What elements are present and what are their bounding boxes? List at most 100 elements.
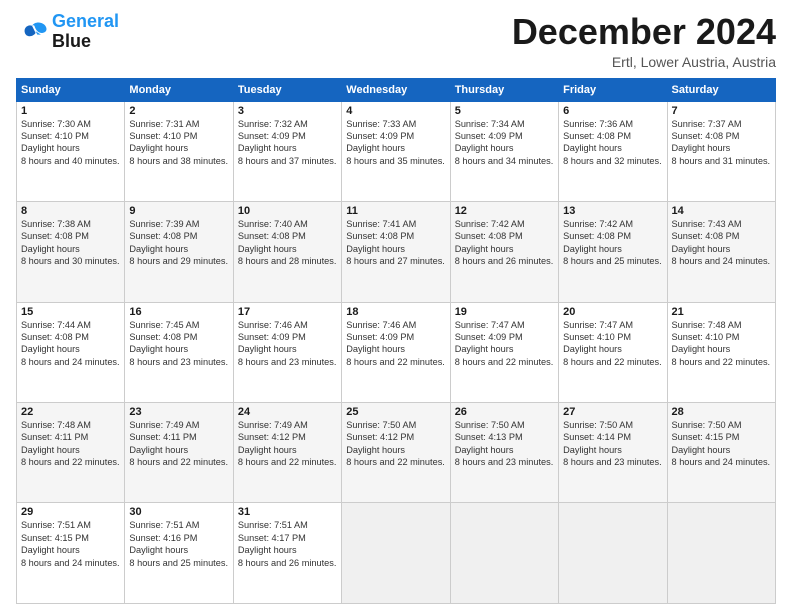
day-number: 16	[129, 306, 228, 318]
day-number: 5	[455, 105, 554, 117]
day-info: Sunrise: 7:50 AM Sunset: 4:13 PM Dayligh…	[455, 419, 554, 469]
page: GeneralBlue December 2024 Ertl, Lower Au…	[0, 0, 792, 612]
day-info: Sunrise: 7:32 AM Sunset: 4:09 PM Dayligh…	[238, 118, 337, 168]
day-number: 12	[455, 205, 554, 217]
calendar-cell: 26 Sunrise: 7:50 AM Sunset: 4:13 PM Dayl…	[450, 403, 558, 503]
calendar-cell: 28 Sunrise: 7:50 AM Sunset: 4:15 PM Dayl…	[667, 403, 775, 503]
day-info: Sunrise: 7:37 AM Sunset: 4:08 PM Dayligh…	[672, 118, 771, 168]
day-number: 28	[672, 406, 771, 418]
day-info: Sunrise: 7:51 AM Sunset: 4:16 PM Dayligh…	[129, 519, 228, 569]
day-info: Sunrise: 7:49 AM Sunset: 4:12 PM Dayligh…	[238, 419, 337, 469]
logo-icon	[16, 18, 48, 46]
day-number: 6	[563, 105, 662, 117]
day-info: Sunrise: 7:39 AM Sunset: 4:08 PM Dayligh…	[129, 218, 228, 268]
weekday-header-wednesday: Wednesday	[342, 78, 450, 101]
day-info: Sunrise: 7:46 AM Sunset: 4:09 PM Dayligh…	[346, 319, 445, 369]
day-number: 30	[129, 506, 228, 518]
day-info: Sunrise: 7:48 AM Sunset: 4:11 PM Dayligh…	[21, 419, 120, 469]
day-info: Sunrise: 7:34 AM Sunset: 4:09 PM Dayligh…	[455, 118, 554, 168]
day-info: Sunrise: 7:50 AM Sunset: 4:15 PM Dayligh…	[672, 419, 771, 469]
day-info: Sunrise: 7:36 AM Sunset: 4:08 PM Dayligh…	[563, 118, 662, 168]
location-subtitle: Ertl, Lower Austria, Austria	[512, 54, 776, 70]
day-number: 10	[238, 205, 337, 217]
day-number: 3	[238, 105, 337, 117]
calendar-cell: 24 Sunrise: 7:49 AM Sunset: 4:12 PM Dayl…	[233, 403, 341, 503]
day-number: 2	[129, 105, 228, 117]
day-info: Sunrise: 7:46 AM Sunset: 4:09 PM Dayligh…	[238, 319, 337, 369]
calendar-cell: 8 Sunrise: 7:38 AM Sunset: 4:08 PM Dayli…	[17, 202, 125, 302]
calendar-cell: 7 Sunrise: 7:37 AM Sunset: 4:08 PM Dayli…	[667, 101, 775, 201]
calendar-cell: 15 Sunrise: 7:44 AM Sunset: 4:08 PM Dayl…	[17, 302, 125, 402]
day-number: 11	[346, 205, 445, 217]
day-info: Sunrise: 7:30 AM Sunset: 4:10 PM Dayligh…	[21, 118, 120, 168]
day-number: 7	[672, 105, 771, 117]
weekday-header-saturday: Saturday	[667, 78, 775, 101]
day-number: 20	[563, 306, 662, 318]
calendar-cell: 13 Sunrise: 7:42 AM Sunset: 4:08 PM Dayl…	[559, 202, 667, 302]
calendar-cell: 27 Sunrise: 7:50 AM Sunset: 4:14 PM Dayl…	[559, 403, 667, 503]
calendar-cell	[450, 503, 558, 604]
day-info: Sunrise: 7:38 AM Sunset: 4:08 PM Dayligh…	[21, 218, 120, 268]
day-number: 13	[563, 205, 662, 217]
day-info: Sunrise: 7:42 AM Sunset: 4:08 PM Dayligh…	[563, 218, 662, 268]
day-info: Sunrise: 7:40 AM Sunset: 4:08 PM Dayligh…	[238, 218, 337, 268]
week-row-5: 29 Sunrise: 7:51 AM Sunset: 4:15 PM Dayl…	[17, 503, 776, 604]
day-number: 14	[672, 205, 771, 217]
day-number: 1	[21, 105, 120, 117]
calendar-cell	[667, 503, 775, 604]
calendar-cell: 18 Sunrise: 7:46 AM Sunset: 4:09 PM Dayl…	[342, 302, 450, 402]
weekday-header-thursday: Thursday	[450, 78, 558, 101]
calendar-cell: 12 Sunrise: 7:42 AM Sunset: 4:08 PM Dayl…	[450, 202, 558, 302]
day-number: 29	[21, 506, 120, 518]
day-info: Sunrise: 7:41 AM Sunset: 4:08 PM Dayligh…	[346, 218, 445, 268]
day-info: Sunrise: 7:45 AM Sunset: 4:08 PM Dayligh…	[129, 319, 228, 369]
week-row-4: 22 Sunrise: 7:48 AM Sunset: 4:11 PM Dayl…	[17, 403, 776, 503]
calendar-cell: 9 Sunrise: 7:39 AM Sunset: 4:08 PM Dayli…	[125, 202, 233, 302]
calendar-cell: 3 Sunrise: 7:32 AM Sunset: 4:09 PM Dayli…	[233, 101, 341, 201]
calendar-cell: 21 Sunrise: 7:48 AM Sunset: 4:10 PM Dayl…	[667, 302, 775, 402]
calendar-cell	[559, 503, 667, 604]
day-info: Sunrise: 7:51 AM Sunset: 4:15 PM Dayligh…	[21, 519, 120, 569]
day-number: 23	[129, 406, 228, 418]
weekday-header-monday: Monday	[125, 78, 233, 101]
logo: GeneralBlue	[16, 12, 119, 52]
calendar-cell: 2 Sunrise: 7:31 AM Sunset: 4:10 PM Dayli…	[125, 101, 233, 201]
day-info: Sunrise: 7:48 AM Sunset: 4:10 PM Dayligh…	[672, 319, 771, 369]
calendar-cell: 1 Sunrise: 7:30 AM Sunset: 4:10 PM Dayli…	[17, 101, 125, 201]
day-info: Sunrise: 7:47 AM Sunset: 4:09 PM Dayligh…	[455, 319, 554, 369]
calendar-cell: 6 Sunrise: 7:36 AM Sunset: 4:08 PM Dayli…	[559, 101, 667, 201]
day-info: Sunrise: 7:50 AM Sunset: 4:14 PM Dayligh…	[563, 419, 662, 469]
day-number: 26	[455, 406, 554, 418]
day-number: 27	[563, 406, 662, 418]
calendar-cell: 23 Sunrise: 7:49 AM Sunset: 4:11 PM Dayl…	[125, 403, 233, 503]
calendar-cell: 11 Sunrise: 7:41 AM Sunset: 4:08 PM Dayl…	[342, 202, 450, 302]
week-row-2: 8 Sunrise: 7:38 AM Sunset: 4:08 PM Dayli…	[17, 202, 776, 302]
calendar-cell	[342, 503, 450, 604]
calendar-cell: 19 Sunrise: 7:47 AM Sunset: 4:09 PM Dayl…	[450, 302, 558, 402]
day-number: 18	[346, 306, 445, 318]
calendar-cell: 5 Sunrise: 7:34 AM Sunset: 4:09 PM Dayli…	[450, 101, 558, 201]
month-title: December 2024	[512, 12, 776, 52]
calendar-table: SundayMondayTuesdayWednesdayThursdayFrid…	[16, 78, 776, 604]
day-info: Sunrise: 7:47 AM Sunset: 4:10 PM Dayligh…	[563, 319, 662, 369]
calendar-cell: 30 Sunrise: 7:51 AM Sunset: 4:16 PM Dayl…	[125, 503, 233, 604]
logo-text: GeneralBlue	[52, 12, 119, 52]
day-number: 31	[238, 506, 337, 518]
calendar-cell: 29 Sunrise: 7:51 AM Sunset: 4:15 PM Dayl…	[17, 503, 125, 604]
day-number: 4	[346, 105, 445, 117]
week-row-1: 1 Sunrise: 7:30 AM Sunset: 4:10 PM Dayli…	[17, 101, 776, 201]
calendar-cell: 16 Sunrise: 7:45 AM Sunset: 4:08 PM Dayl…	[125, 302, 233, 402]
weekday-header-row: SundayMondayTuesdayWednesdayThursdayFrid…	[17, 78, 776, 101]
calendar-cell: 31 Sunrise: 7:51 AM Sunset: 4:17 PM Dayl…	[233, 503, 341, 604]
day-number: 19	[455, 306, 554, 318]
day-info: Sunrise: 7:50 AM Sunset: 4:12 PM Dayligh…	[346, 419, 445, 469]
day-info: Sunrise: 7:31 AM Sunset: 4:10 PM Dayligh…	[129, 118, 228, 168]
calendar-cell: 17 Sunrise: 7:46 AM Sunset: 4:09 PM Dayl…	[233, 302, 341, 402]
day-number: 9	[129, 205, 228, 217]
day-info: Sunrise: 7:42 AM Sunset: 4:08 PM Dayligh…	[455, 218, 554, 268]
calendar-cell: 20 Sunrise: 7:47 AM Sunset: 4:10 PM Dayl…	[559, 302, 667, 402]
day-number: 8	[21, 205, 120, 217]
week-row-3: 15 Sunrise: 7:44 AM Sunset: 4:08 PM Dayl…	[17, 302, 776, 402]
day-number: 22	[21, 406, 120, 418]
day-number: 24	[238, 406, 337, 418]
